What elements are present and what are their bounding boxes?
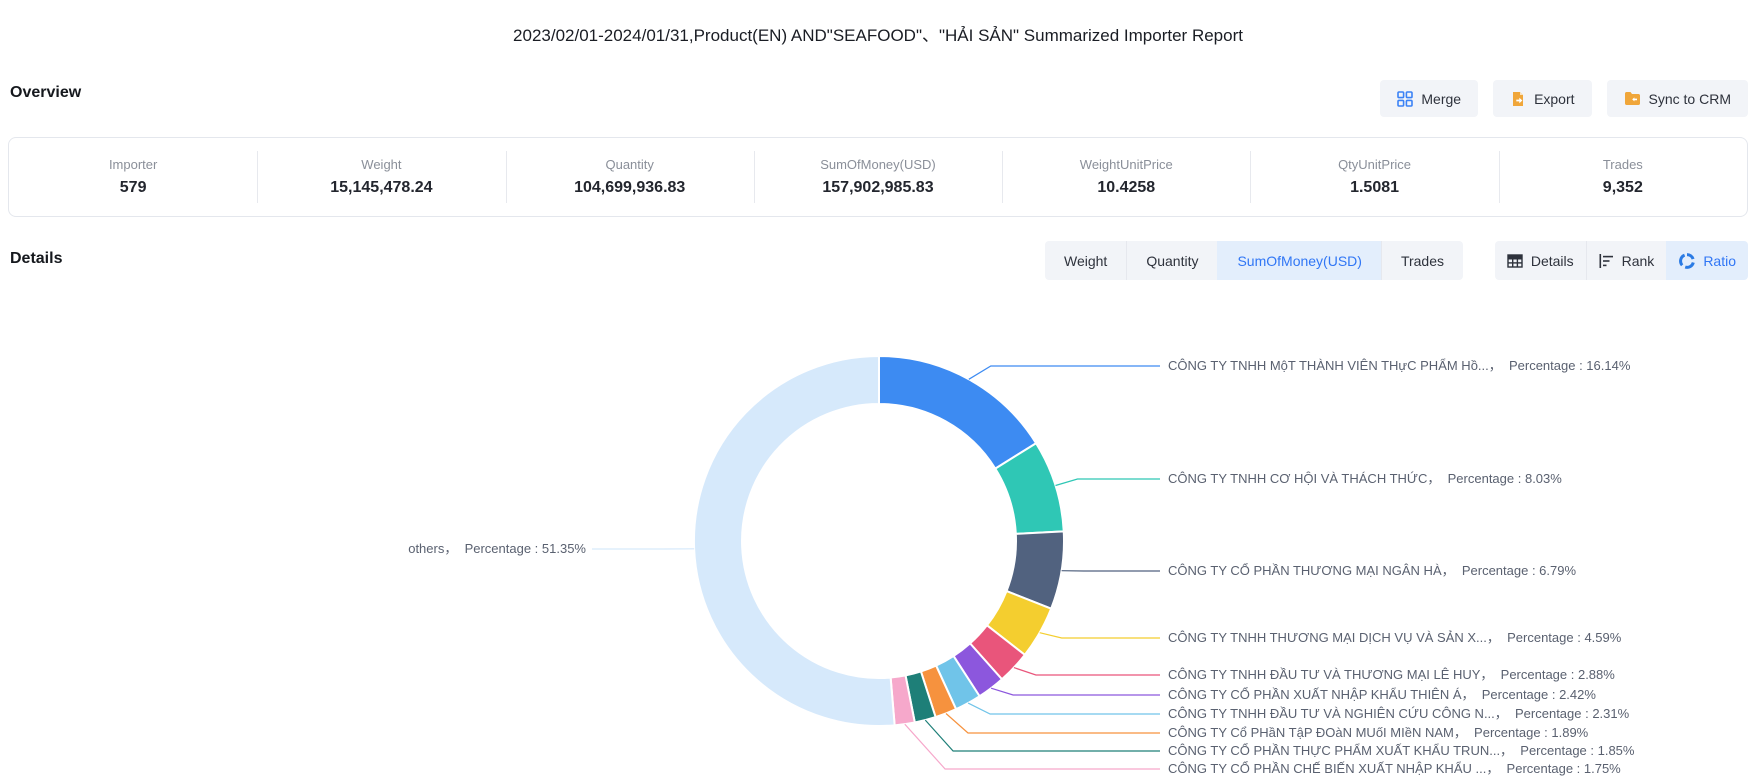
export-button[interactable]: Export — [1493, 80, 1591, 117]
tab-label: Weight — [1064, 253, 1107, 269]
stat-label: Trades — [1603, 157, 1643, 172]
stat-weightunitprice: WeightUnitPrice 10.4258 — [1002, 138, 1250, 216]
stat-qtyunitprice: QtyUnitPrice 1.5081 — [1250, 138, 1498, 216]
chart-label-8: CÔNG TY CỔ PHẦN THỰC PHẨM XUẤT KHẨU TRUN… — [1168, 742, 1634, 759]
stat-label: WeightUnitPrice — [1080, 157, 1173, 172]
stat-label: QtyUnitPrice — [1338, 157, 1411, 172]
donut-icon — [1679, 253, 1695, 269]
chart-label-line — [925, 720, 1160, 751]
tab-label: Quantity — [1146, 253, 1198, 269]
ratio-donut-chart: CÔNG TY TNHH MộT THÀNH VIÊN THựC PHẨM Hồ… — [0, 290, 1756, 780]
export-icon — [1510, 91, 1526, 107]
button-label: Export — [1534, 91, 1574, 107]
stat-trades: Trades 9,352 — [1499, 138, 1747, 216]
stat-importer: Importer 579 — [9, 138, 257, 216]
tab-rank[interactable]: Rank — [1586, 241, 1667, 280]
importer-report-page: 2023/02/01-2024/01/31,Product(EN) AND"SE… — [0, 0, 1756, 780]
pie-slice-0[interactable] — [879, 356, 1036, 469]
stat-value: 104,699,936.83 — [574, 179, 685, 197]
sync-crm-icon — [1624, 91, 1641, 106]
tab-label: Trades — [1401, 253, 1444, 269]
stat-label: SumOfMoney(USD) — [820, 157, 936, 172]
toolbar: Merge Export Sync to CRM — [1380, 80, 1748, 117]
overview-stats-card: Importer 579 Weight 15,145,478.24 Quantity 10… — [8, 137, 1748, 217]
tab-label: Rank — [1622, 253, 1655, 269]
stat-label: Weight — [361, 157, 401, 172]
tab-details[interactable]: Details — [1495, 241, 1586, 280]
chart-label-7: CÔNG TY Cổ PHầN TậP ĐOàN MUốI MIềN NAM， … — [1168, 724, 1588, 741]
button-label: Sync to CRM — [1649, 91, 1731, 107]
stat-value: 157,902,985.83 — [822, 179, 933, 197]
chart-label-line — [1014, 668, 1160, 675]
tab-trades[interactable]: Trades — [1381, 241, 1463, 280]
chart-label-line — [968, 703, 1160, 714]
chart-label-line — [969, 366, 1160, 379]
tab-label: Ratio — [1703, 253, 1736, 269]
tab-quantity[interactable]: Quantity — [1126, 241, 1217, 280]
chart-label-1: CÔNG TY TNHH CƠ HỘI VÀ THÁCH THỨC， Perce… — [1168, 470, 1562, 487]
view-tabs: Details Rank Ratio — [1495, 241, 1748, 280]
stat-weight: Weight 15,145,478.24 — [257, 138, 505, 216]
page-title: 2023/02/01-2024/01/31,Product(EN) AND"SE… — [0, 21, 1756, 46]
metric-tabs: Weight Quantity SumOfMoney(USD) Trades — [1045, 241, 1463, 280]
tab-weight[interactable]: Weight — [1045, 241, 1126, 280]
chart-label-others: others， Percentage : 51.35% — [408, 540, 586, 557]
stat-sumofmoney-usd: SumOfMoney(USD) 157,902,985.83 — [754, 138, 1002, 216]
stat-label: Importer — [109, 157, 157, 172]
stat-value: 579 — [120, 179, 147, 197]
chart-label-0: CÔNG TY TNHH MộT THÀNH VIÊN THựC PHẨM Hồ… — [1168, 357, 1630, 374]
button-label: Merge — [1421, 91, 1461, 107]
stat-value: 9,352 — [1603, 179, 1643, 197]
chart-label-line — [991, 688, 1160, 695]
chart-label-line — [1056, 479, 1161, 486]
tab-ratio[interactable]: Ratio — [1666, 241, 1748, 280]
details-heading: Details — [10, 250, 62, 268]
chart-label-line — [905, 724, 1160, 769]
stat-quantity: Quantity 104,699,936.83 — [506, 138, 754, 216]
overview-heading: Overview — [10, 84, 81, 102]
stat-value: 10.4258 — [1097, 179, 1155, 197]
chart-label-6: CÔNG TY TNHH ĐẦU TƯ VÀ NGHIÊN CỨU CÔNG N… — [1168, 705, 1629, 722]
chart-label-2: CÔNG TY CỔ PHẦN THƯƠNG MẠI NGÂN HÀ， Perc… — [1168, 562, 1576, 579]
tab-label: SumOfMoney(USD) — [1237, 253, 1361, 269]
pie-slice-others[interactable] — [694, 356, 895, 726]
tab-label: Details — [1531, 253, 1574, 269]
chart-label-3: CÔNG TY TNHH THƯƠNG MẠI DỊCH VỤ VÀ SẢN X… — [1168, 629, 1621, 646]
chart-label-4: CÔNG TY TNHH ĐẦU TƯ VÀ THƯƠNG MẠI LÊ HUY… — [1168, 666, 1615, 683]
tab-sumofmoney-usd[interactable]: SumOfMoney(USD) — [1217, 241, 1380, 280]
stat-value: 1.5081 — [1350, 179, 1399, 197]
rank-icon — [1599, 254, 1614, 268]
table-icon — [1507, 254, 1523, 268]
sync-to-crm-button[interactable]: Sync to CRM — [1607, 80, 1748, 117]
merge-button[interactable]: Merge — [1380, 80, 1478, 117]
chart-label-9: CÔNG TY CỔ PHẦN CHẾ BIẾN XUẤT NHẬP KHẨU … — [1168, 760, 1621, 777]
stat-label: Quantity — [605, 157, 653, 172]
chart-label-line — [1040, 633, 1160, 638]
chart-label-line — [946, 714, 1160, 734]
merge-icon — [1397, 91, 1413, 107]
stat-value: 15,145,478.24 — [330, 179, 432, 197]
chart-label-5: CÔNG TY CỔ PHẦN XUẤT NHẬP KHẨU THIÊN Á， … — [1168, 686, 1596, 703]
